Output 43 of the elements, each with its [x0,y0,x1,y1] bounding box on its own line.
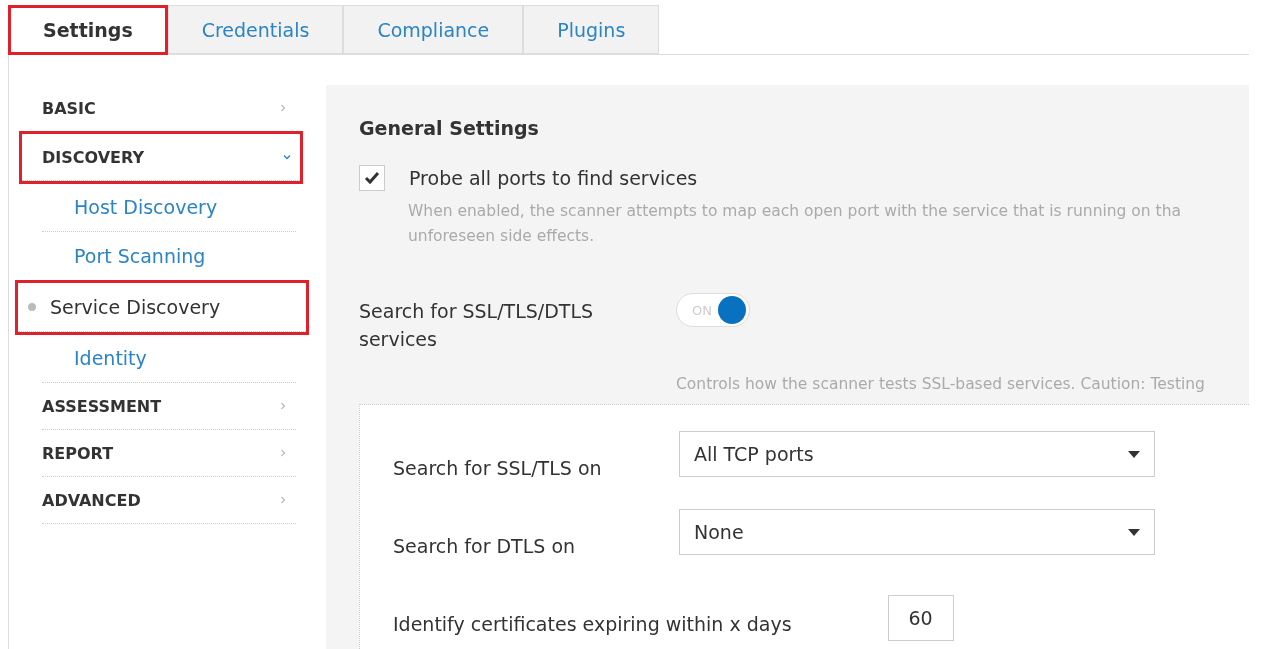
section-label: BASIC [42,98,96,118]
dropdown[interactable]: None [679,509,1155,555]
nav-link-label: Host Discovery [74,196,218,218]
section-heading: General Settings [359,117,540,139]
nav-section[interactable]: DISCOVERY [22,134,300,181]
checkbox[interactable] [359,165,385,191]
tab[interactable]: Compliance [343,5,524,54]
field-label: Search for DTLS on [393,535,576,557]
caret-icon [1128,528,1140,536]
nav-section[interactable]: BASIC [42,85,296,132]
nav-section[interactable]: REPORT [42,430,296,477]
number-field[interactable]: 60 [887,595,954,641]
nav-section[interactable]: ADVANCED [42,477,296,524]
chevron-right-icon [278,401,288,411]
nav-link[interactable]: Service Discovery [18,283,306,332]
description-text: Controls how the scanner tests SSL-based services. Caution: Testing [676,375,1206,393]
tab[interactable]: Plugins [523,5,660,54]
chevron-right-icon [278,103,288,113]
section-label: ASSESSMENT [42,396,162,416]
section-label: ADVANCED [42,490,141,510]
nav-link-label: Port Scanning [74,245,206,267]
check-icon [364,171,380,185]
nav-link[interactable]: Port Scanning [42,232,296,281]
nav-link[interactable]: Host Discovery [42,183,296,232]
section-label: DISCOVERY [42,147,144,167]
dropdown[interactable]: All TCP ports [679,431,1155,477]
chevron-down-icon [282,152,292,162]
tab[interactable]: Settings [8,5,168,55]
field-label: Identify certificates expiring within x days [393,613,792,635]
nav-link-label: Identity [74,347,147,369]
nav-link-label: Service Discovery [50,296,221,318]
description-text: When enabled, the scanner attempts to map each open port with the service that is running on tha unforeseen side effects. [408,201,1182,247]
caret-icon [1128,450,1140,458]
bullet-icon [28,303,36,311]
section-label: REPORT [42,443,114,463]
chevron-right-icon [278,495,288,505]
field-label: Search for SSL/TLS on [393,457,602,479]
chevron-right-icon [278,448,288,458]
nav-section[interactable]: ASSESSMENT [42,383,296,430]
checkbox-label: Probe all ports to find services [409,167,698,189]
toggle-label: Search for SSL/TLS/DTLS services [359,299,595,352]
tab[interactable]: Credentials [167,5,344,54]
nav-link[interactable]: Identity [42,334,296,383]
